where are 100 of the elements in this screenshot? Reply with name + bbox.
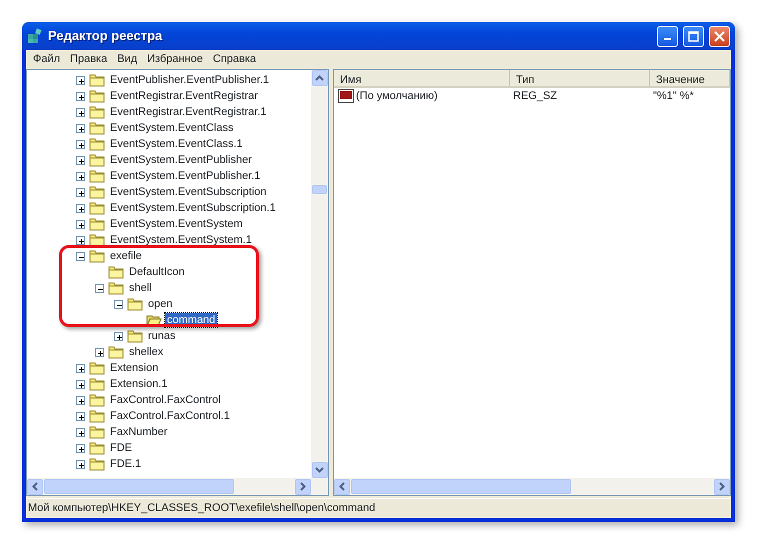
expand-icon[interactable] — [76, 444, 85, 452]
expand-icon[interactable] — [95, 348, 104, 356]
expand-icon[interactable] — [76, 172, 85, 180]
menu-item[interactable]: Справка — [208, 51, 262, 68]
column-header[interactable]: Имя — [334, 70, 510, 86]
expand-icon[interactable] — [76, 364, 85, 372]
folder-icon — [89, 73, 105, 87]
registry-cubes-icon — [27, 28, 43, 44]
tree-item[interactable]: EventSystem.EventSubscription.1 — [108, 201, 278, 215]
scroll-left-icon[interactable] — [334, 478, 350, 494]
tree-item[interactable]: DefaultIcon — [127, 265, 187, 279]
scroll-right-icon[interactable] — [714, 478, 730, 494]
folder-icon — [108, 265, 124, 279]
tree-item[interactable]: EventSystem.EventClass.1 — [108, 137, 245, 151]
folder-icon — [127, 297, 143, 311]
tree-item[interactable]: EventRegistrar.EventRegistrar.1 — [108, 105, 269, 119]
expand-icon[interactable] — [76, 204, 85, 212]
vertical-scrollbar[interactable] — [311, 70, 328, 478]
expand-icon[interactable] — [76, 460, 85, 468]
folder-icon — [89, 409, 105, 423]
close-button[interactable] — [709, 26, 730, 46]
maximize-button[interactable] — [683, 26, 704, 46]
string-value-icon — [338, 89, 354, 104]
menu-item[interactable]: Вид — [112, 51, 142, 68]
expand-icon[interactable] — [76, 156, 85, 164]
expand-icon[interactable] — [76, 140, 85, 148]
tree-item[interactable]: Extension.1 — [108, 377, 170, 391]
tree-item[interactable]: EventSystem.EventSystem.1 — [108, 233, 254, 247]
scroll-thumb[interactable] — [44, 479, 234, 494]
folder-icon — [89, 121, 105, 135]
expand-icon[interactable] — [76, 188, 85, 196]
tree-item[interactable]: FaxControl.FaxControl — [108, 393, 223, 407]
tree-item[interactable]: shellex — [127, 345, 166, 359]
window-title: Редактор реестра — [48, 27, 164, 46]
collapse-icon[interactable] — [114, 300, 123, 308]
menu-item[interactable]: Правка — [65, 51, 112, 68]
maximize-icon — [688, 30, 699, 42]
value-name: (По умолчанию) — [355, 89, 439, 104]
folder-icon — [89, 233, 105, 247]
folder-icon — [89, 217, 105, 231]
tree-item[interactable]: EventSystem.EventClass — [108, 121, 236, 135]
minimize-icon — [664, 38, 671, 40]
tree-item[interactable]: FaxControl.FaxControl.1 — [108, 409, 232, 423]
folder-icon — [89, 153, 105, 167]
folder-icon — [89, 441, 105, 455]
tree-item[interactable]: Extension — [108, 361, 160, 375]
horizontal-scrollbar[interactable] — [334, 478, 730, 495]
expand-icon[interactable] — [76, 412, 85, 420]
minimize-button[interactable] — [657, 26, 678, 46]
menu-item[interactable]: Файл — [28, 51, 66, 68]
expand-icon[interactable] — [76, 380, 85, 388]
tree-item[interactable]: open — [146, 297, 174, 311]
folder-icon — [89, 361, 105, 375]
folder-icon — [89, 169, 105, 183]
tree-item[interactable]: FDE — [108, 441, 134, 455]
close-icon — [714, 30, 725, 42]
expand-icon[interactable] — [76, 396, 85, 404]
expand-icon[interactable] — [76, 124, 85, 132]
horizontal-scrollbar[interactable] — [27, 478, 328, 495]
folder-icon — [89, 393, 105, 407]
tree-item[interactable]: EventRegistrar.EventRegistrar — [108, 89, 260, 103]
folder-icon — [89, 185, 105, 199]
scroll-thumb[interactable] — [351, 479, 571, 494]
expand-icon[interactable] — [76, 236, 85, 244]
tree-item[interactable]: FDE.1 — [108, 457, 144, 471]
value-type: REG_SZ — [512, 89, 558, 104]
scroll-up-icon[interactable] — [312, 70, 328, 86]
folder-icon — [89, 377, 105, 391]
tree-item[interactable]: FaxNumber — [108, 425, 170, 439]
scroll-right-icon[interactable] — [295, 478, 311, 494]
folder-icon — [89, 137, 105, 151]
folder-icon — [89, 425, 105, 439]
scroll-thumb[interactable] — [312, 184, 327, 194]
folder-icon — [89, 201, 105, 215]
expand-icon[interactable] — [76, 92, 85, 100]
scroll-down-icon[interactable] — [312, 462, 328, 478]
tree-item[interactable]: EventSystem.EventSubscription — [108, 185, 269, 199]
tree-item[interactable]: runas — [146, 329, 178, 343]
collapse-icon[interactable] — [95, 284, 104, 292]
expand-icon[interactable] — [76, 220, 85, 228]
tree-item[interactable]: shell — [127, 281, 154, 295]
tree-item[interactable]: EventSystem.EventSystem — [108, 217, 245, 231]
expand-icon[interactable] — [76, 76, 85, 84]
column-header[interactable]: Значение — [650, 70, 730, 86]
folder-icon — [89, 249, 105, 263]
tree-item[interactable]: exefile — [108, 249, 144, 263]
status-bar-path: Мой компьютер\HKEY_CLASSES_ROOT\exefile\shell\open\command — [28, 501, 376, 516]
folder-icon — [89, 89, 105, 103]
expand-icon[interactable] — [114, 332, 123, 340]
tree-item[interactable]: EventPublisher.EventPublisher.1 — [108, 73, 271, 87]
menu-item[interactable]: Избранное — [142, 51, 208, 68]
expand-icon[interactable] — [76, 428, 85, 436]
collapse-icon[interactable] — [76, 252, 85, 260]
expand-icon[interactable] — [76, 108, 85, 116]
folder-icon — [127, 329, 143, 343]
column-header[interactable]: Тип — [510, 70, 650, 86]
folder-icon — [108, 345, 124, 359]
tree-item[interactable]: EventSystem.EventPublisher.1 — [108, 169, 262, 183]
scroll-left-icon[interactable] — [27, 478, 43, 494]
tree-item[interactable]: EventSystem.EventPublisher — [108, 153, 254, 167]
